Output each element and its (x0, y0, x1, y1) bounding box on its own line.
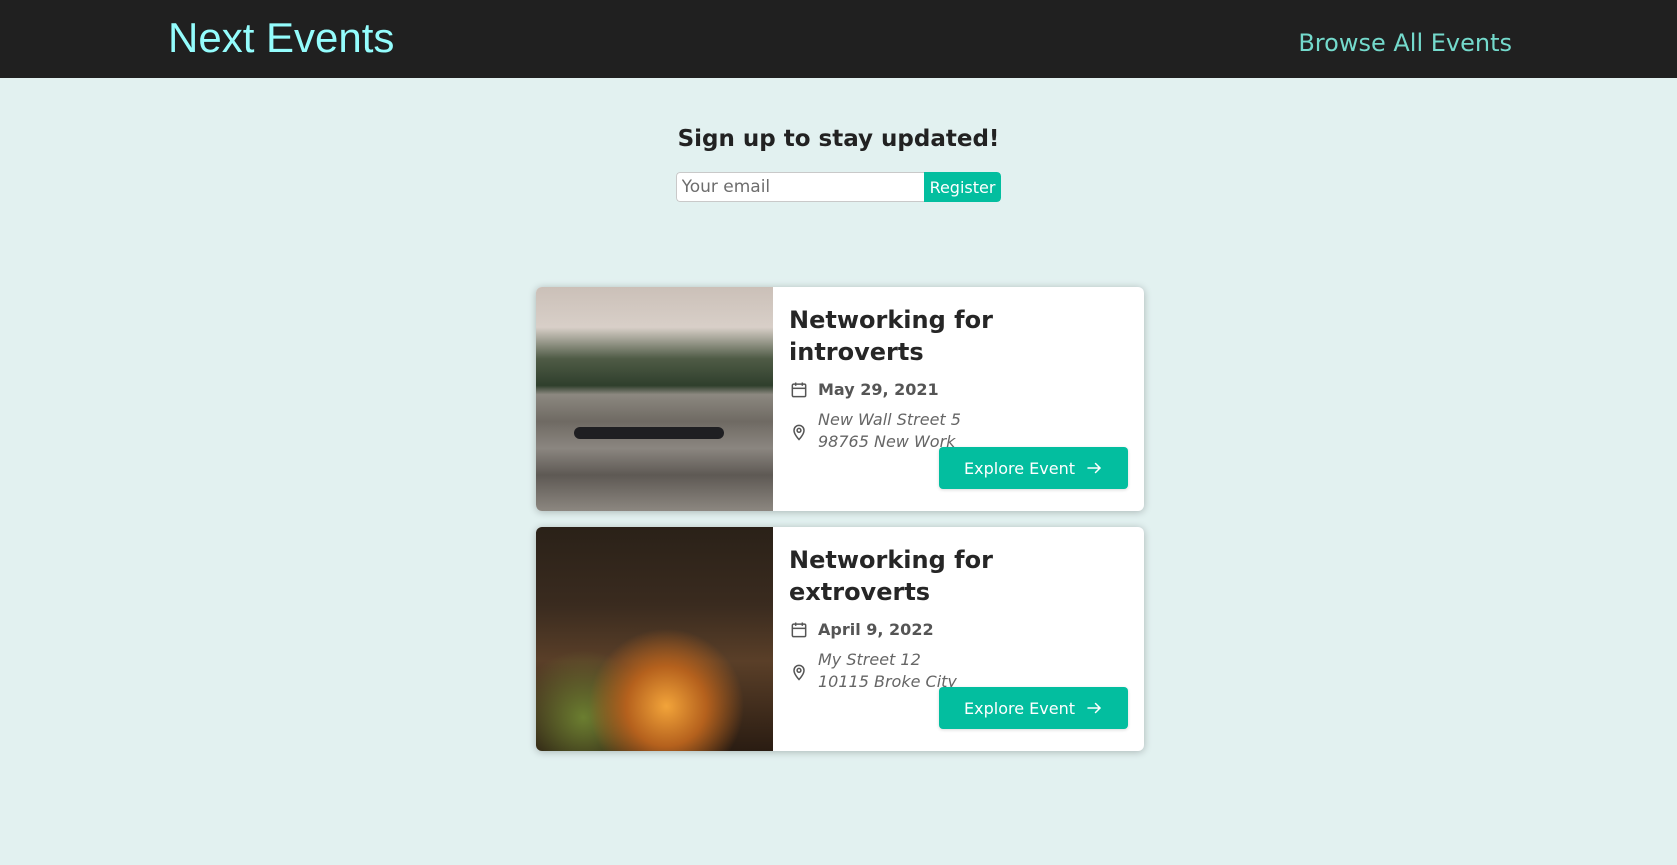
event-date: April 9, 2022 (818, 620, 934, 639)
explore-event-label: Explore Event (964, 698, 1075, 718)
signup-form: Register (675, 172, 1002, 202)
explore-event-button[interactable]: Explore Event (939, 447, 1128, 489)
calendar-icon (791, 622, 807, 638)
event-title: Networking for extroverts (789, 546, 993, 606)
arrow-right-icon (1087, 462, 1101, 474)
calendar-icon (791, 382, 807, 398)
events-list: Networking for introverts May 29, 2021 N… (536, 287, 1144, 767)
event-card-body: Networking for introverts May 29, 2021 N… (773, 287, 1144, 511)
location-pin-icon (793, 664, 805, 681)
browse-all-events-link[interactable]: Browse All Events (1298, 27, 1512, 59)
signup-section: Sign up to stay updated! Register (0, 78, 1677, 202)
event-address: New Wall Street 5 98765 New Work (818, 410, 961, 451)
arrow-right-icon (1087, 702, 1101, 714)
event-card-body: Networking for extroverts April 9, 2022 … (773, 527, 1144, 751)
event-card: Networking for extroverts April 9, 2022 … (536, 527, 1144, 751)
event-date-row: April 9, 2022 (789, 618, 1128, 642)
explore-event-label: Explore Event (964, 458, 1075, 478)
event-title: Networking for introverts (789, 306, 993, 366)
event-image (536, 527, 773, 751)
logo-link[interactable]: Next Events (168, 14, 394, 62)
event-card: Networking for introverts May 29, 2021 N… (536, 287, 1144, 511)
event-date: May 29, 2021 (818, 380, 939, 399)
location-pin-icon (793, 424, 805, 441)
register-button[interactable]: Register (923, 172, 1002, 202)
signup-heading: Sign up to stay updated! (677, 126, 1000, 152)
explore-event-button[interactable]: Explore Event (939, 687, 1128, 729)
event-image (536, 287, 773, 511)
event-address: My Street 12 10115 Broke City (818, 650, 957, 691)
site-header: Next Events Browse All Events (0, 0, 1677, 78)
event-date-row: May 29, 2021 (789, 378, 1128, 402)
email-input[interactable] (675, 172, 924, 202)
